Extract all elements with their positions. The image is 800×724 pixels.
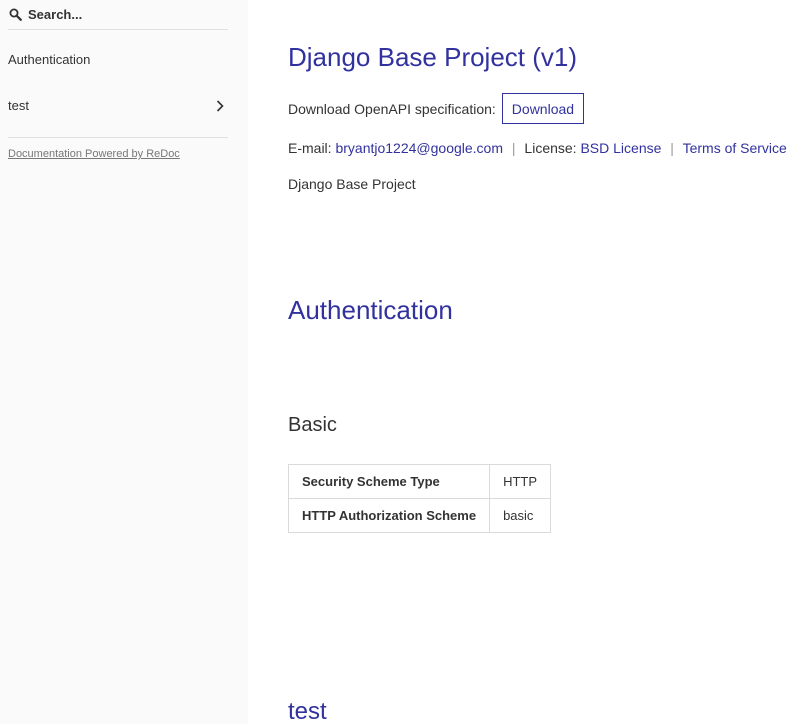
separator: | xyxy=(511,140,516,156)
security-scheme-table: Security Scheme Type HTTP HTTP Authoriza… xyxy=(287,464,552,533)
search-box xyxy=(8,0,228,30)
table-key: Security Scheme Type xyxy=(287,464,491,499)
page-title: Django Base Project (v1) xyxy=(288,42,578,72)
email-link[interactable]: bryantjo1224@google.com xyxy=(335,140,503,156)
authentication-heading: Authentication xyxy=(288,295,453,325)
sidebar: Authentication test Documentation Powere… xyxy=(0,0,248,724)
search-icon xyxy=(9,8,22,21)
search-input[interactable] xyxy=(8,0,228,29)
sidebar-item-authentication[interactable]: Authentication xyxy=(0,42,248,77)
test-heading: test xyxy=(288,698,327,724)
table-key: HTTP Authorization Scheme xyxy=(287,498,491,533)
powered-by-link[interactable]: Documentation Powered by ReDoc xyxy=(8,148,180,160)
download-row: Download OpenAPI specification: Download xyxy=(288,93,585,124)
download-text: Download OpenAPI specification: xyxy=(288,100,496,117)
sidebar-menu: Authentication test xyxy=(0,42,248,134)
table-row: Security Scheme Type HTTP xyxy=(287,464,552,499)
download-button[interactable]: Download xyxy=(501,93,585,124)
separator: | xyxy=(670,140,674,156)
table-value: HTTP xyxy=(489,464,552,499)
sidebar-divider xyxy=(8,137,228,138)
info-row: E-mail: bryantjo1224@google.com | Licens… xyxy=(288,140,787,156)
chevron-right-icon xyxy=(216,99,224,112)
table-row: HTTP Authorization Scheme basic xyxy=(287,498,552,533)
sidebar-item-label: Authentication xyxy=(8,52,91,67)
license-label: License: xyxy=(524,140,577,156)
basic-heading: Basic xyxy=(288,414,337,436)
email-label: E-mail: xyxy=(288,140,332,156)
sidebar-item-test[interactable]: test xyxy=(0,88,248,123)
sidebar-item-label: test xyxy=(8,98,29,113)
table-value: basic xyxy=(489,498,552,533)
terms-link[interactable]: Terms of Service xyxy=(683,140,787,156)
api-description: Django Base Project xyxy=(288,176,416,192)
license-link[interactable]: BSD License xyxy=(580,140,661,156)
